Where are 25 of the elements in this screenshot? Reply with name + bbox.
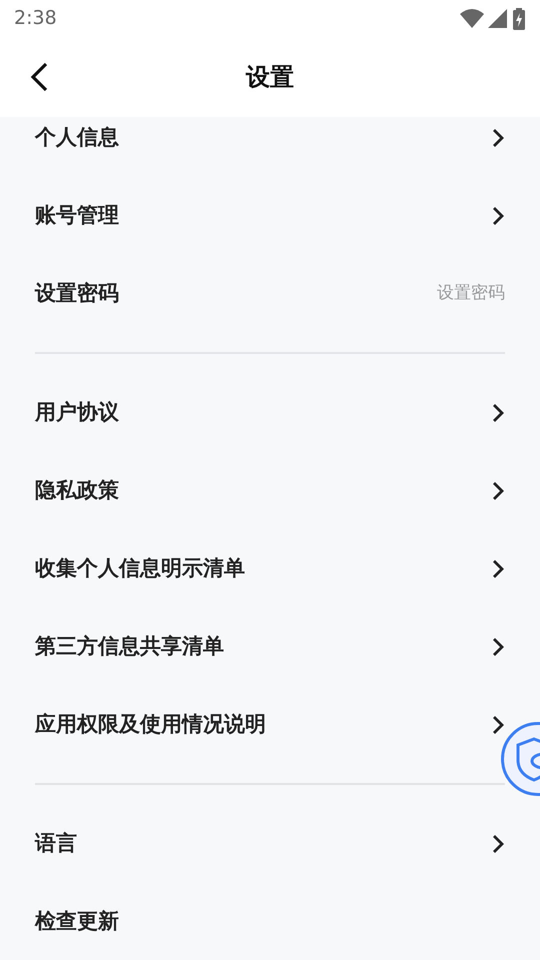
settings-row[interactable]: 设置密码 设置密码 xyxy=(35,255,505,333)
settings-row[interactable]: 检查更新 xyxy=(35,883,505,960)
settings-row[interactable]: 个人信息 xyxy=(35,117,505,177)
settings-row[interactable]: 应用权限及使用情况说明 xyxy=(35,686,505,764)
wifi-icon xyxy=(460,8,484,28)
settings-row[interactable]: 用户协议 xyxy=(35,374,505,452)
chevron-right-icon xyxy=(491,205,505,227)
chevron-right-icon xyxy=(491,558,505,580)
settings-row[interactable]: 语言 xyxy=(35,805,505,883)
signal-icon xyxy=(488,8,508,28)
chevron-right-icon xyxy=(491,833,505,855)
settings-row[interactable]: 第三方信息共享清单 xyxy=(35,608,505,686)
settings-row[interactable]: 收集个人信息明示清单 xyxy=(35,530,505,608)
back-button[interactable] xyxy=(28,61,50,93)
chevron-right-icon xyxy=(491,127,505,149)
settings-row[interactable]: 账号管理 xyxy=(35,177,505,255)
row-value: 设置密码 xyxy=(437,282,505,306)
chevron-right-icon xyxy=(491,714,505,736)
chevron-right-icon xyxy=(491,636,505,658)
page-title: 设置 xyxy=(246,62,294,93)
chevron-right-icon xyxy=(491,402,505,424)
settings-row[interactable]: 隐私政策 xyxy=(35,452,505,530)
status-time: 2:38 xyxy=(14,6,57,32)
chevron-right-icon xyxy=(491,480,505,502)
battery-icon xyxy=(512,8,526,30)
